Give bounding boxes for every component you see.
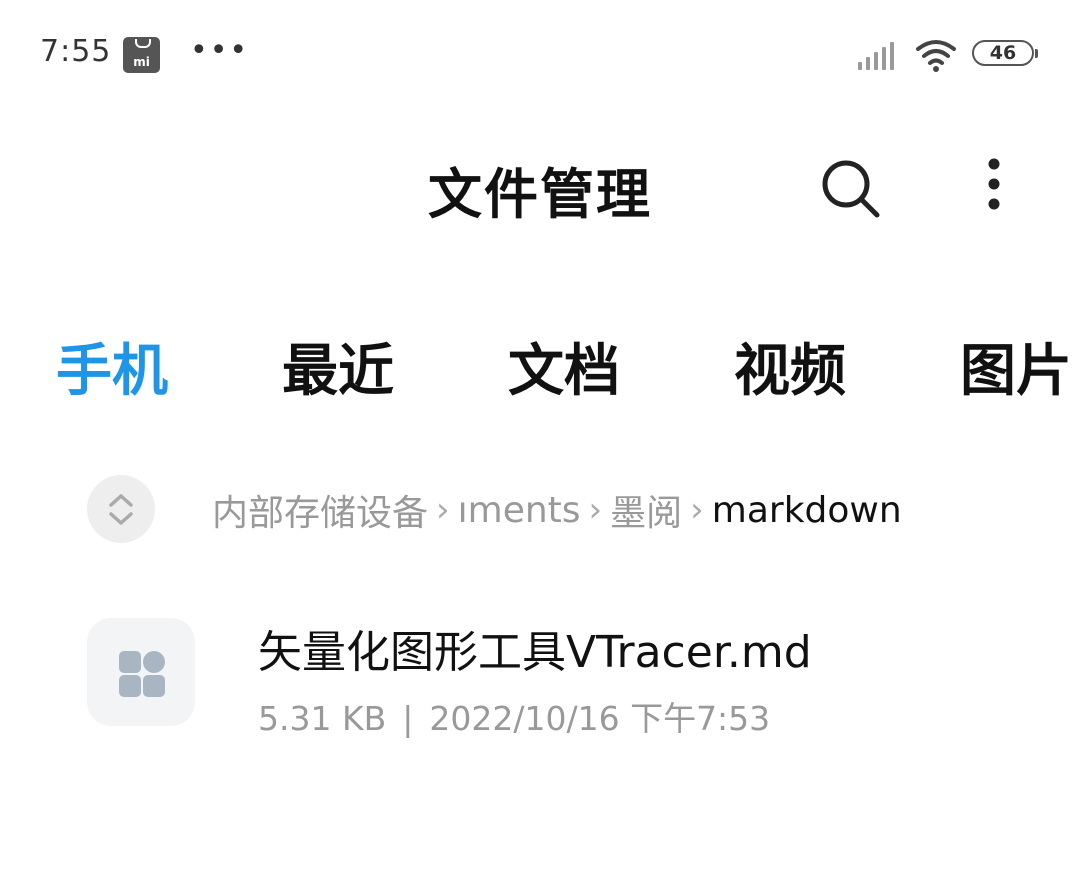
tab-images[interactable]: 图片 <box>960 326 1072 407</box>
chevron-right-icon: › <box>588 490 603 530</box>
page-title: 文件管理 <box>428 163 652 226</box>
tab-videos[interactable]: 视频 <box>734 326 846 407</box>
meta-divider: | <box>402 699 414 738</box>
list-item[interactable]: 矢量化图形工具VTracer.md 5.31 KB | 2022/10/16 下午7… <box>0 600 1080 740</box>
status-time: 7:55 <box>40 34 112 69</box>
chevron-right-icon: › <box>690 490 704 530</box>
chevron-right-icon: › <box>436 490 450 530</box>
file-modified-date: 2022/10/16 下午7:53 <box>429 699 771 738</box>
breadcrumb-item-internal-storage[interactable]: 内部存储设备 <box>212 484 428 536</box>
file-name: 矢量化图形工具VTracer.md <box>258 627 812 678</box>
mi-store-icon: mi <box>123 37 160 73</box>
signal-icon <box>858 42 894 70</box>
breadcrumb-toggle-button[interactable] <box>87 475 155 543</box>
wifi-icon <box>916 40 956 72</box>
more-menu-button[interactable] <box>970 156 1018 216</box>
breadcrumb-item-documents[interactable]: ıments <box>458 490 581 531</box>
tab-phone[interactable]: 手机 <box>56 326 168 407</box>
tab-documents[interactable]: 文档 <box>508 326 620 407</box>
category-tabs: 手机 最近 文档 视频 图片 <box>0 326 1080 406</box>
search-button[interactable] <box>818 156 882 220</box>
file-size: 5.31 KB <box>258 699 387 738</box>
file-meta: 5.31 KB | 2022/10/16 下午7:53 <box>258 692 770 740</box>
breadcrumb-current-folder: markdown <box>711 489 902 531</box>
file-grid-icon <box>87 618 195 726</box>
search-icon <box>822 160 880 218</box>
battery-indicator: 46 <box>972 40 1038 66</box>
breadcrumb: 内部存储设备 › ıments › 墨阅 › markdown <box>212 484 902 536</box>
more-vertical-icon <box>988 158 1000 210</box>
tab-recent[interactable]: 最近 <box>282 326 394 407</box>
breadcrumb-item-moyue[interactable]: 墨阅 <box>610 484 682 536</box>
more-notifications-icon: ••• <box>190 33 250 68</box>
expand-collapse-icon <box>109 494 133 525</box>
file-manager-screen: 7:55 mi ••• 46 文件管理 手机 最近 文档 视频 图片 内部存储设… <box>0 0 1080 888</box>
